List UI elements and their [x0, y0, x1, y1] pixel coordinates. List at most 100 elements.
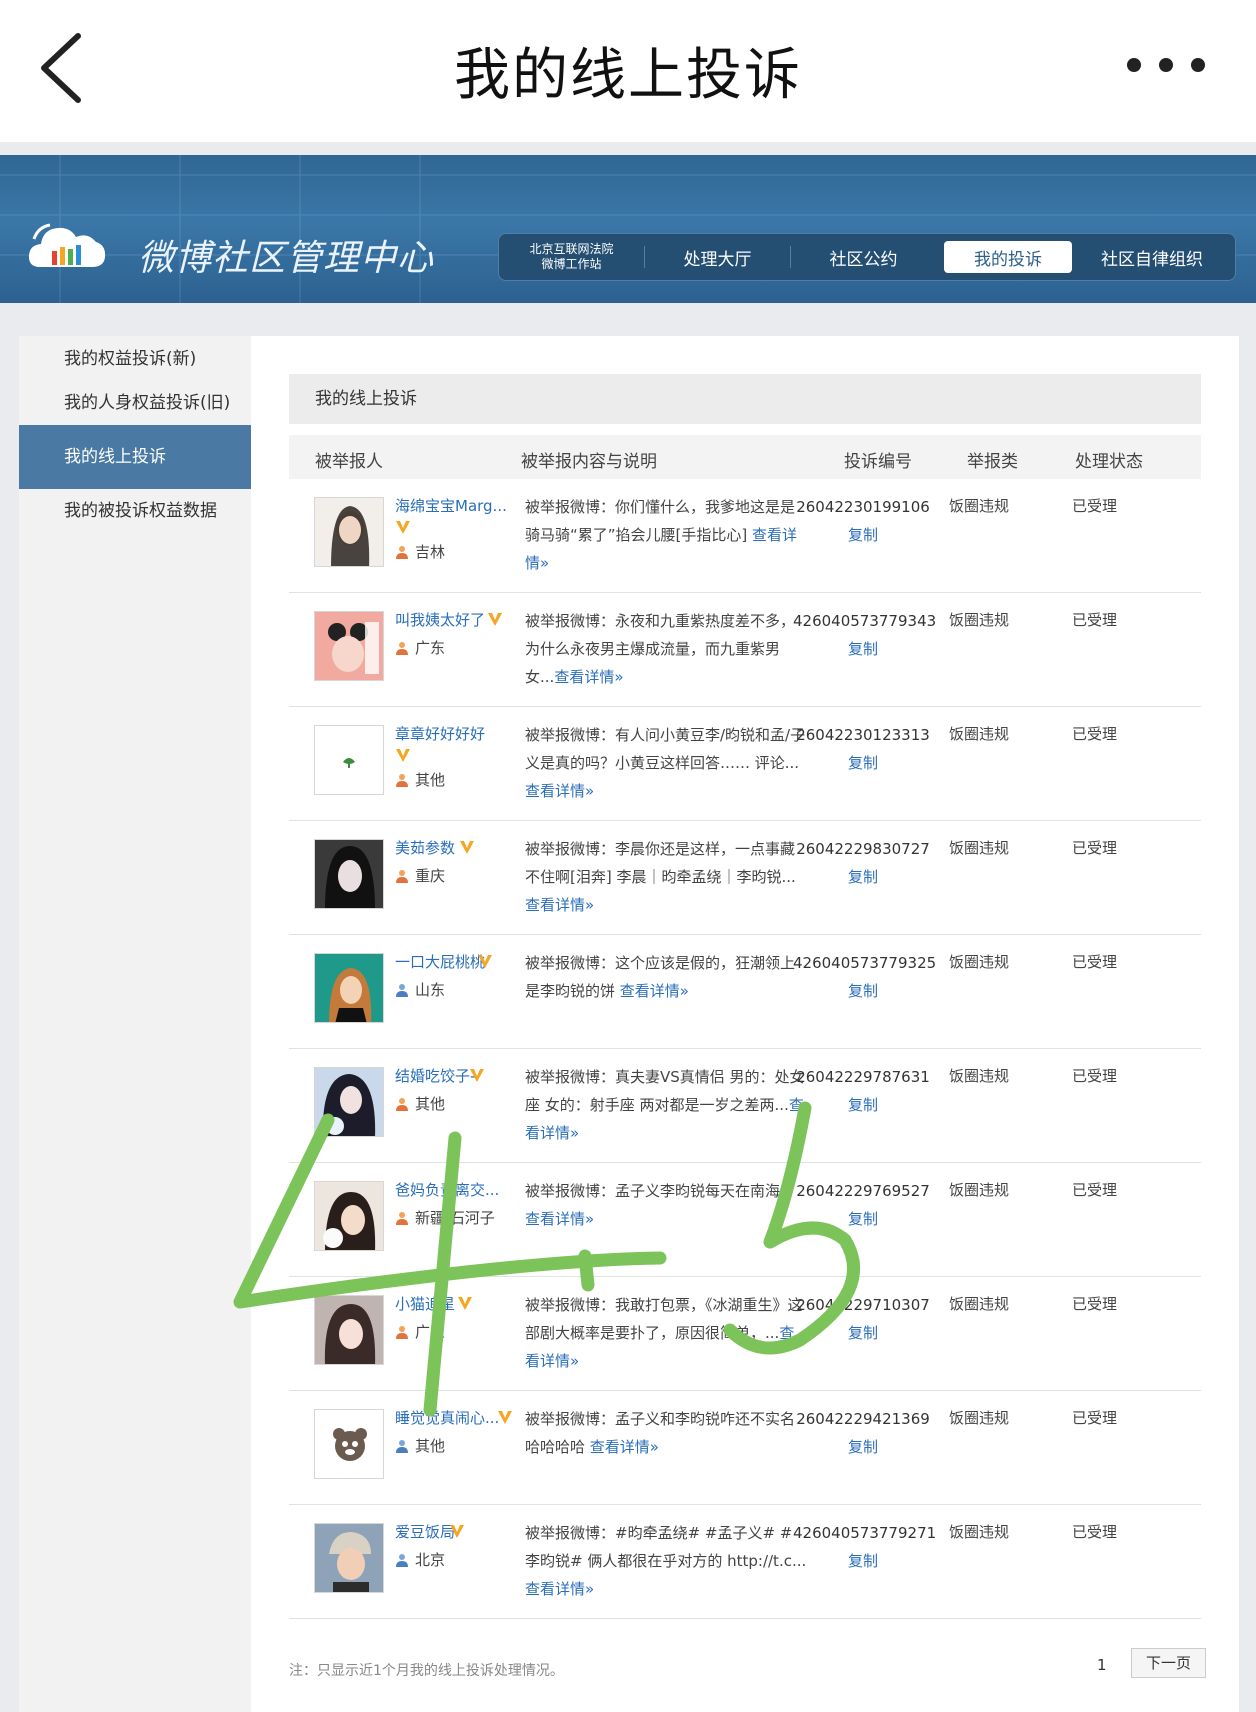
- reported-user-name[interactable]: 章章好好好好: [395, 723, 515, 744]
- avatar[interactable]: [314, 611, 384, 681]
- nav-my-complaints[interactable]: 我的投诉: [944, 241, 1072, 273]
- view-details-link[interactable]: 查看详情»: [525, 1210, 594, 1228]
- complaint-status: 已受理: [1072, 1067, 1118, 1085]
- avatar[interactable]: [314, 1181, 384, 1251]
- avatar[interactable]: [314, 1523, 384, 1593]
- nav-self-discipline[interactable]: 社区自律组织: [1072, 241, 1232, 273]
- complaint-status: 已受理: [1072, 725, 1118, 743]
- reported-user-name[interactable]: 美茹参数: [395, 837, 515, 858]
- complaint-description: 被举报微博：你们懂什么，我爹地这是是骑马骑“累了”掐会儿腰[手指比心] 查看详情…: [525, 493, 807, 577]
- reported-user-name[interactable]: 爸妈负责离交...: [395, 1179, 515, 1200]
- view-details-link[interactable]: 查看详情»: [525, 1580, 594, 1598]
- complaint-id-cell: 26042229710307 复制: [793, 1291, 933, 1347]
- complaint-type: 饭圈违规: [949, 839, 1010, 857]
- reported-user-name[interactable]: 一口大屁桃桃: [395, 951, 515, 972]
- avatar[interactable]: [314, 1067, 384, 1137]
- user-icon: [396, 870, 408, 883]
- description-text: 被举报微博：我敢打包票，《冰湖重生》这部剧大概率是要扑了，原因很简单，...: [525, 1296, 803, 1342]
- vip-v-icon: [396, 521, 410, 534]
- complaint-id-cell: 426040573779271 复制: [793, 1519, 937, 1575]
- complaint-id-cell: 26042229421369 复制: [793, 1405, 933, 1461]
- location-text: 吉林: [415, 543, 446, 561]
- avatar[interactable]: [314, 839, 384, 909]
- complaint-status: 已受理: [1072, 611, 1118, 629]
- copy-button[interactable]: 复制: [793, 1547, 933, 1575]
- complaint-description: 被举报微博：#昀牵孟绕# #孟子义# #李昀锐# 俩人都很在乎对方的 http:…: [525, 1519, 807, 1603]
- description-text: 被举报微博：真夫妻VS真情侣 男的：处女座 女的：射手座 两对都是一岁之差两..…: [525, 1068, 805, 1114]
- location-text: 其他: [415, 771, 446, 789]
- reported-user-location: 重庆: [395, 865, 445, 886]
- table-row: 爸妈负责离交... 新疆 石河子 被举报微博：孟子义李昀锐每天在南海： 查看详情»…: [289, 1163, 1201, 1277]
- complaint-status: 已受理: [1072, 1523, 1118, 1541]
- weibo-cloud-logo: [26, 217, 108, 277]
- copy-button[interactable]: 复制: [793, 635, 933, 663]
- avatar[interactable]: [314, 725, 384, 795]
- complaint-table-body: 海绵宝宝Marg... 吉林 被举报微博：你们懂什么，我爹地这是是骑马骑“累了”…: [289, 479, 1201, 1629]
- table-row: 爱豆饭局 北京 被举报微博：#昀牵孟绕# #孟子义# #李昀锐# 俩人都很在乎对…: [289, 1505, 1201, 1619]
- complaint-id-cell: 26042230199106 复制: [793, 493, 933, 549]
- nav-convention[interactable]: 社区公约: [791, 241, 936, 273]
- complaint-id-cell: 26042229787631 复制: [793, 1063, 933, 1119]
- location-text: 其他: [415, 1437, 446, 1455]
- sidebar-item-online-complaints[interactable]: 我的线上投诉: [19, 425, 251, 489]
- complaint-id-cell: 426040573779325 复制: [793, 949, 937, 1005]
- description-text: 被举报微博：孟子义李昀锐每天在南海：: [525, 1182, 796, 1200]
- nav-hall[interactable]: 处理大厅: [645, 241, 790, 273]
- copy-button[interactable]: 复制: [793, 977, 933, 1005]
- view-details-link[interactable]: 查看详情»: [590, 1438, 659, 1456]
- table-row: 海绵宝宝Marg... 吉林 被举报微博：你们懂什么，我爹地这是是骑马骑“累了”…: [289, 479, 1201, 593]
- description-text: 被举报微博：李晨你还是这样，一点事藏不住啊[泪奔] 李晨｜昀牵孟绕｜李昀锐...: [525, 840, 796, 886]
- avatar[interactable]: [314, 497, 384, 567]
- table-row: 结婚吃饺子- 其他 被举报微博：真夫妻VS真情侣 男的：处女座 女的：射手座 两…: [289, 1049, 1201, 1163]
- view-details-link[interactable]: 查看详情»: [554, 668, 623, 686]
- complaint-id: 26042229769527: [796, 1182, 930, 1200]
- user-icon: [396, 1326, 408, 1339]
- column-header-content: 被举报内容与说明: [521, 452, 657, 472]
- next-page-button[interactable]: 下一页: [1131, 1648, 1206, 1678]
- user-icon: [396, 1554, 408, 1567]
- user-icon: [396, 774, 408, 787]
- copy-button[interactable]: 复制: [793, 1205, 933, 1233]
- vip-v-icon: [396, 749, 410, 762]
- complaint-id: 26042229787631: [796, 1068, 930, 1086]
- page-number[interactable]: 1: [1097, 1656, 1107, 1674]
- complaint-id: 426040573779325: [793, 954, 937, 972]
- location-text: 北京: [415, 1551, 446, 1569]
- location-text: 其他: [415, 1095, 446, 1113]
- location-text: 广东: [415, 1323, 446, 1341]
- top-bar: 我的线上投诉: [0, 0, 1256, 142]
- complaint-status: 已受理: [1072, 497, 1118, 515]
- reported-user-location: 广东: [395, 1321, 445, 1342]
- complaint-type: 饭圈违规: [949, 1523, 1010, 1541]
- sidebar-item-rights-new[interactable]: 我的权益投诉(新): [19, 344, 251, 369]
- reported-user-location: 北京: [395, 1549, 445, 1570]
- complaint-status: 已受理: [1072, 1409, 1118, 1427]
- complaint-id: 26042229710307: [796, 1296, 930, 1314]
- table-row: 美茹参数 重庆 被举报微博：李晨你还是这样，一点事藏不住啊[泪奔] 李晨｜昀牵孟…: [289, 821, 1201, 935]
- reported-user-name[interactable]: 结婚吃饺子-: [395, 1065, 515, 1086]
- avatar[interactable]: [314, 1409, 384, 1479]
- avatar[interactable]: [314, 953, 384, 1023]
- complaint-status: 已受理: [1072, 839, 1118, 857]
- reported-user-name[interactable]: 小猫追星: [395, 1293, 515, 1314]
- complaint-id: 426040573779271: [793, 1524, 937, 1542]
- avatar[interactable]: [314, 1295, 384, 1365]
- sidebar-item-complained-data[interactable]: 我的被投诉权益数据: [19, 496, 251, 521]
- reported-user-name[interactable]: 海绵宝宝Marg...: [395, 495, 515, 516]
- more-icon[interactable]: [1116, 40, 1216, 90]
- table-row: 小猫追星 广东 被举报微博：我敢打包票，《冰湖重生》这部剧大概率是要扑了，原因很…: [289, 1277, 1201, 1391]
- description-text: 被举报微博：#昀牵孟绕# #孟子义# #李昀锐# 俩人都很在乎对方的 http:…: [525, 1524, 807, 1570]
- nav-court-workstation[interactable]: 北京互联网法院 微博工作站: [499, 241, 644, 273]
- copy-button[interactable]: 复制: [793, 521, 933, 549]
- copy-button[interactable]: 复制: [793, 1433, 933, 1461]
- copy-button[interactable]: 复制: [793, 749, 933, 777]
- sidebar-item-personal-rights-old[interactable]: 我的人身权益投诉(旧): [19, 388, 251, 413]
- vip-v-icon: [458, 1297, 472, 1310]
- copy-button[interactable]: 复制: [793, 1319, 933, 1347]
- copy-button[interactable]: 复制: [793, 863, 933, 891]
- view-details-link[interactable]: 查看详情»: [525, 896, 594, 914]
- view-details-link[interactable]: 查看详情»: [525, 782, 594, 800]
- view-details-link[interactable]: 查看详情»: [620, 982, 689, 1000]
- complaint-description: 被举报微博：孟子义和李昀锐咋还不实名哈哈哈哈 查看详情»: [525, 1405, 807, 1461]
- copy-button[interactable]: 复制: [793, 1091, 933, 1119]
